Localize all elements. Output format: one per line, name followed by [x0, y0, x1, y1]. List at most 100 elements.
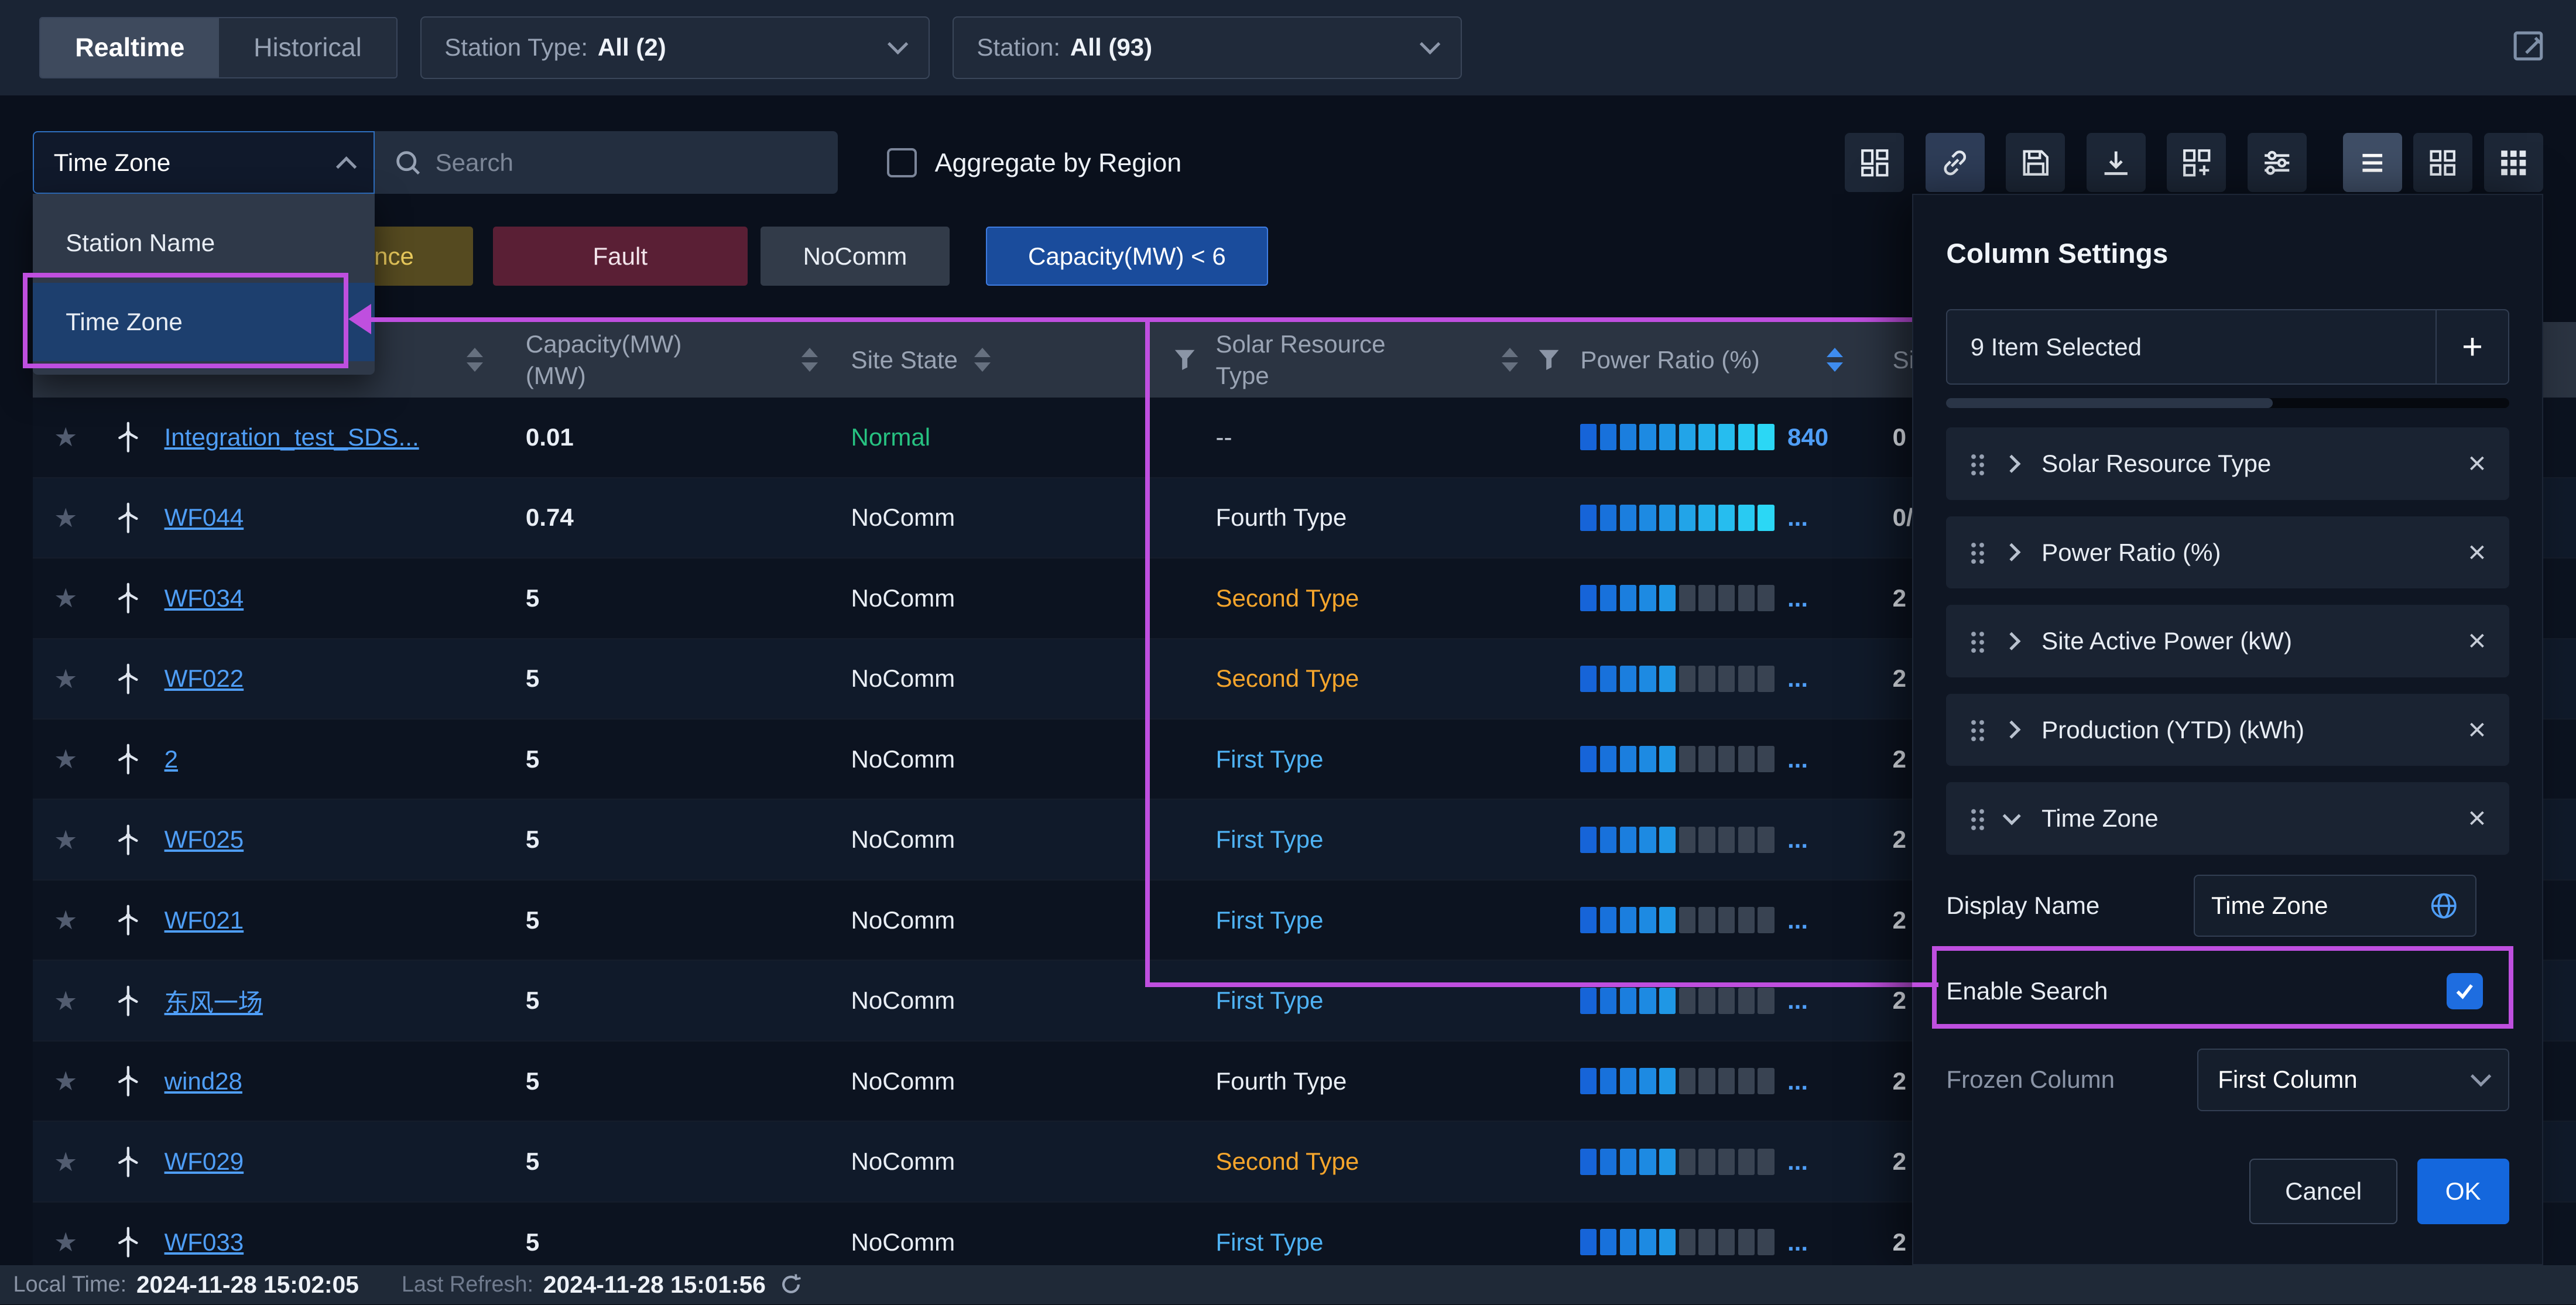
chevron-right-icon[interactable]: [2003, 454, 2022, 473]
remove-column-icon[interactable]: ×: [2468, 803, 2486, 834]
favorite-star-icon[interactable]: ★: [54, 985, 77, 1016]
remove-column-icon[interactable]: ×: [2468, 714, 2486, 745]
aggregate-by-region-toggle[interactable]: Aggregate by Region: [887, 148, 1181, 178]
columns-view-icon[interactable]: [2484, 133, 2543, 192]
chevron-right-icon[interactable]: [2003, 632, 2022, 650]
top-bar: Realtime Historical Station Type: All (2…: [0, 0, 2576, 95]
sort-power-ratio[interactable]: [1827, 348, 1843, 371]
column-item-site-active-power[interactable]: Site Active Power (kW) ×: [1946, 605, 2509, 677]
drag-handle-icon[interactable]: [1969, 541, 1984, 564]
station-link[interactable]: WF021: [157, 906, 526, 934]
search-by-select[interactable]: Time Zone: [33, 131, 375, 194]
site-state-value: NoComm: [848, 1228, 1212, 1256]
station-link[interactable]: Integration_test_SDS...: [157, 423, 526, 451]
power-ratio-label: ...: [1787, 1228, 1808, 1256]
chevron-right-icon[interactable]: [2003, 721, 2022, 739]
chevron-down-icon[interactable]: [2003, 807, 2022, 826]
solar-type-value: Second Type: [1212, 665, 1581, 693]
frozen-column-value: First Column: [2218, 1066, 2357, 1094]
remove-column-icon[interactable]: ×: [2468, 625, 2486, 656]
station-dropdown[interactable]: Station: All (93): [953, 16, 1462, 79]
station-link[interactable]: WF025: [157, 826, 526, 854]
station-link[interactable]: 东风一场: [157, 983, 526, 1019]
toolbar-row: Time Zone Aggregate by Region: [33, 131, 2543, 194]
drag-handle-icon[interactable]: [1969, 453, 1984, 475]
favorite-star-icon[interactable]: ★: [54, 744, 77, 775]
power-ratio-gauge: [1580, 827, 1774, 853]
enable-search-checkbox[interactable]: [2447, 973, 2483, 1009]
filter-funnel-icon[interactable]: [1537, 348, 1560, 371]
column-item-time-zone[interactable]: Time Zone ×: [1946, 782, 2509, 854]
station-type-dropdown[interactable]: Station Type: All (2): [420, 16, 930, 79]
filter-chip-fault[interactable]: Fault: [493, 227, 748, 286]
last-refresh-label: Last Refresh:: [402, 1272, 533, 1297]
station-link[interactable]: WF033: [157, 1228, 526, 1256]
power-ratio-gauge: [1580, 1068, 1774, 1094]
display-name-input[interactable]: Time Zone: [2194, 875, 2476, 937]
form-edit-icon[interactable]: [2510, 28, 2550, 67]
remove-column-icon[interactable]: ×: [2468, 448, 2486, 479]
download-icon[interactable]: [2087, 133, 2146, 192]
link-icon[interactable]: [1926, 133, 1985, 192]
grid-view-icon[interactable]: [2413, 133, 2472, 192]
ok-button[interactable]: OK: [2417, 1159, 2509, 1224]
column-item-power-ratio[interactable]: Power Ratio (%) ×: [1946, 516, 2509, 588]
refresh-icon[interactable]: [779, 1272, 803, 1297]
favorite-star-icon[interactable]: ★: [54, 663, 77, 694]
add-column-button[interactable]: +: [2435, 310, 2508, 383]
frozen-column-select[interactable]: First Column: [2197, 1049, 2509, 1111]
station-link[interactable]: WF022: [157, 665, 526, 693]
favorite-star-icon[interactable]: ★: [54, 422, 77, 453]
power-ratio-gauge: [1580, 424, 1774, 450]
kanban-icon[interactable]: [1845, 133, 1904, 192]
column-settings-panel: Column Settings 9 Item Selected + Solar …: [1912, 194, 2543, 1265]
station-link[interactable]: wind28: [157, 1067, 526, 1095]
power-ratio-label: ...: [1787, 826, 1808, 854]
filter-chip-nocomm[interactable]: NoComm: [761, 227, 950, 286]
globe-icon[interactable]: [2429, 891, 2459, 921]
drag-handle-icon[interactable]: [1969, 807, 1984, 830]
favorite-star-icon[interactable]: ★: [54, 905, 77, 936]
solar-type-value: Fourth Type: [1212, 503, 1581, 532]
save-icon[interactable]: [2006, 133, 2065, 192]
list-view-icon[interactable]: [2343, 133, 2402, 192]
favorite-star-icon[interactable]: ★: [54, 1227, 77, 1258]
station-link[interactable]: WF034: [157, 584, 526, 612]
column-item-production-ytd[interactable]: Production (YTD) (kWh) ×: [1946, 694, 2509, 766]
favorite-star-icon[interactable]: ★: [54, 583, 77, 614]
station-link[interactable]: 2: [157, 745, 526, 773]
power-ratio-label: ...: [1787, 665, 1808, 693]
cancel-button[interactable]: Cancel: [2249, 1159, 2397, 1224]
chevron-right-icon[interactable]: [2003, 543, 2022, 562]
selected-count-label: 9 Item Selected: [1947, 310, 2435, 383]
widgets-icon[interactable]: [2167, 133, 2226, 192]
checkbox-unchecked-icon[interactable]: [887, 148, 917, 178]
favorite-star-icon[interactable]: ★: [54, 1146, 77, 1177]
column-item-solar-resource-type[interactable]: Solar Resource Type ×: [1946, 427, 2509, 499]
sliders-icon[interactable]: [2248, 133, 2307, 192]
remove-column-icon[interactable]: ×: [2468, 537, 2486, 568]
filter-funnel-icon[interactable]: [1173, 348, 1196, 371]
tab-historical[interactable]: Historical: [219, 18, 396, 77]
tab-realtime[interactable]: Realtime: [40, 18, 219, 77]
sort-capacity[interactable]: [801, 348, 818, 371]
sort-station-name[interactable]: [467, 348, 483, 371]
search-by-menu: Station Name Time Zone: [33, 194, 375, 375]
menu-item-station-name[interactable]: Station Name: [33, 207, 375, 279]
sort-solar-type[interactable]: [1502, 348, 1518, 371]
station-link[interactable]: WF029: [157, 1148, 526, 1176]
filter-chip-capacity[interactable]: Capacity(MW) < 6: [986, 227, 1269, 286]
favorite-star-icon[interactable]: ★: [54, 824, 77, 855]
favorite-star-icon[interactable]: ★: [54, 502, 77, 533]
frozen-column-label: Frozen Column: [1946, 1066, 2115, 1094]
sort-site-state[interactable]: [974, 348, 991, 371]
horizontal-scrollbar[interactable]: [1946, 398, 2509, 408]
menu-item-time-zone[interactable]: Time Zone: [33, 283, 375, 362]
site-state-value: NoComm: [848, 665, 1212, 693]
drag-handle-icon[interactable]: [1969, 718, 1984, 741]
drag-handle-icon[interactable]: [1969, 630, 1984, 653]
search-input[interactable]: [436, 149, 780, 177]
header-solar-type: Solar Resource Type: [1215, 328, 1385, 391]
station-link[interactable]: WF044: [157, 503, 526, 532]
favorite-star-icon[interactable]: ★: [54, 1066, 77, 1097]
